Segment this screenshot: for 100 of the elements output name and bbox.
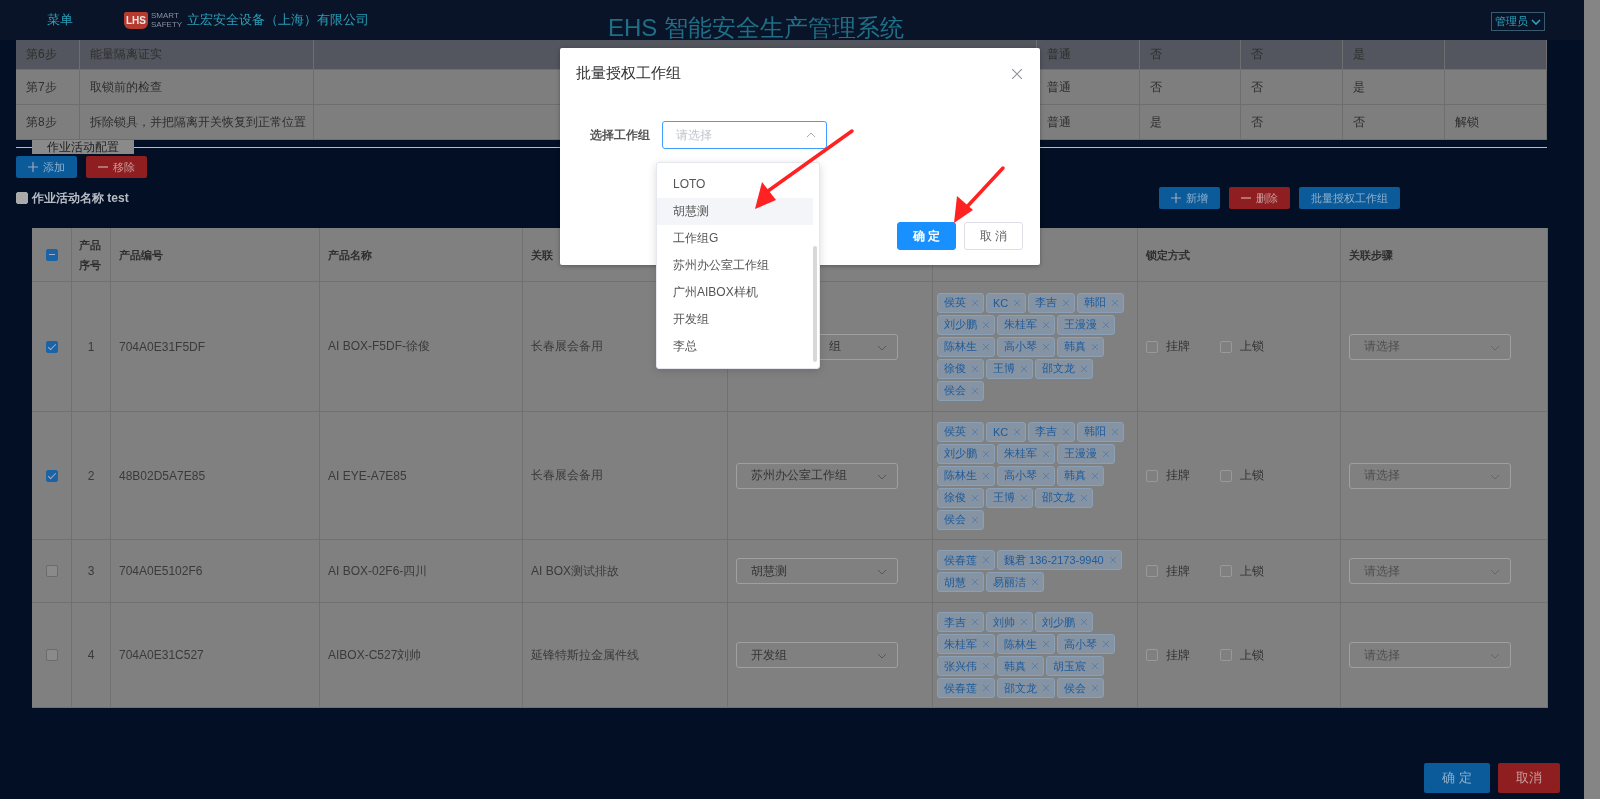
close-icon[interactable] bbox=[1103, 450, 1109, 457]
remove-button[interactable]: 移除 bbox=[86, 156, 147, 178]
scroll-thumb[interactable] bbox=[813, 246, 817, 362]
table-cell: AIBOX-C527刘帅 bbox=[328, 646, 422, 664]
row-checkbox[interactable] bbox=[45, 469, 58, 482]
group-select[interactable]: 胡慧测 bbox=[736, 558, 898, 584]
person-tag: 刘帅 bbox=[986, 612, 1033, 632]
row-checkbox[interactable] bbox=[45, 340, 58, 353]
table-cell: 否 bbox=[1241, 70, 1343, 104]
close-icon[interactable] bbox=[1043, 450, 1049, 457]
close-icon[interactable] bbox=[1092, 343, 1098, 350]
delete-button[interactable]: 删除 bbox=[1229, 187, 1290, 209]
checkbox[interactable] bbox=[1146, 649, 1158, 661]
close-icon[interactable] bbox=[1043, 641, 1049, 647]
table-cell: 704A0E5102F6 bbox=[119, 564, 203, 578]
checkbox[interactable] bbox=[1220, 565, 1232, 577]
person-tag: 高小琴 bbox=[997, 336, 1055, 357]
person-tag: 魏君 136-2173-9940 bbox=[997, 550, 1122, 570]
close-icon[interactable] bbox=[1112, 428, 1119, 435]
close-icon[interactable] bbox=[983, 343, 989, 350]
close-icon[interactable] bbox=[1081, 494, 1087, 501]
person-tag: 王博 bbox=[986, 358, 1033, 379]
close-icon[interactable] bbox=[972, 387, 978, 394]
close-icon[interactable] bbox=[983, 663, 989, 669]
close-icon[interactable] bbox=[972, 516, 978, 523]
select-all-checkbox[interactable] bbox=[45, 248, 58, 261]
dropdown-option[interactable]: 李总 bbox=[657, 333, 813, 360]
checkbox[interactable] bbox=[1146, 565, 1158, 577]
close-icon[interactable] bbox=[983, 472, 989, 479]
dropdown-option[interactable]: LOTO bbox=[657, 171, 813, 198]
close-icon[interactable] bbox=[983, 685, 989, 691]
close-icon[interactable] bbox=[983, 641, 989, 647]
close-icon[interactable] bbox=[1021, 619, 1027, 625]
dropdown-option[interactable]: 开发组 bbox=[657, 306, 813, 333]
table-cell: 取锁前的检查 bbox=[80, 70, 314, 104]
close-icon[interactable] bbox=[1112, 299, 1119, 306]
checkbox[interactable] bbox=[16, 192, 28, 204]
chevron-down-icon bbox=[877, 473, 887, 480]
close-icon[interactable] bbox=[1063, 299, 1070, 306]
close-icon[interactable] bbox=[983, 450, 989, 457]
close-icon[interactable] bbox=[1092, 472, 1098, 479]
close-icon[interactable] bbox=[1081, 619, 1087, 625]
person-tag: 朱桂军 bbox=[997, 443, 1055, 464]
row-checkbox[interactable] bbox=[45, 649, 58, 661]
table-cell: 拆除锁具，并把隔离开关恢复到正常位置 bbox=[80, 105, 314, 139]
close-icon[interactable] bbox=[972, 299, 978, 306]
close-icon[interactable] bbox=[1021, 365, 1027, 372]
close-icon[interactable] bbox=[1021, 494, 1027, 501]
cancel-button[interactable]: 取消 bbox=[1498, 763, 1560, 793]
chevron-down-icon bbox=[1490, 653, 1500, 659]
row-checkbox[interactable] bbox=[45, 565, 58, 577]
close-icon[interactable] bbox=[1032, 663, 1038, 669]
group-select[interactable]: 苏州办公室工作组 bbox=[736, 462, 898, 489]
close-icon[interactable] bbox=[972, 619, 978, 625]
close-icon[interactable] bbox=[972, 494, 978, 501]
checkbox[interactable] bbox=[1220, 340, 1232, 353]
close-icon[interactable] bbox=[972, 428, 978, 435]
close-icon[interactable] bbox=[1103, 641, 1109, 647]
close-icon[interactable] bbox=[983, 321, 989, 328]
checkbox[interactable] bbox=[1220, 649, 1232, 661]
close-icon[interactable] bbox=[1043, 321, 1049, 328]
close-icon[interactable] bbox=[1092, 663, 1098, 669]
dropdown-option[interactable]: 胡慧测 bbox=[657, 198, 813, 225]
confirm-button[interactable]: 确 定 bbox=[1424, 763, 1490, 793]
close-icon[interactable] bbox=[972, 579, 978, 585]
person-tag: KC bbox=[986, 421, 1027, 442]
person-tag: 刘少鹏 bbox=[937, 314, 995, 335]
confirm-button[interactable]: 确 定 bbox=[897, 222, 956, 250]
checkbox[interactable] bbox=[1146, 340, 1158, 353]
field-label: 选择工作组 bbox=[590, 126, 650, 144]
close-icon[interactable] bbox=[1092, 685, 1098, 691]
close-icon[interactable] bbox=[972, 365, 978, 372]
checkbox[interactable] bbox=[1220, 469, 1232, 482]
close-icon[interactable] bbox=[1014, 428, 1021, 435]
close-icon[interactable] bbox=[1043, 472, 1049, 479]
menu-link[interactable]: 菜单 bbox=[47, 11, 124, 29]
chevron-down-icon bbox=[877, 653, 887, 659]
add-button[interactable]: 添加 bbox=[16, 156, 77, 178]
close-icon[interactable] bbox=[1081, 365, 1087, 372]
group-select[interactable]: 开发组 bbox=[736, 642, 898, 668]
cancel-button[interactable]: 取 消 bbox=[964, 222, 1023, 250]
checkbox[interactable] bbox=[1146, 469, 1158, 482]
authorize-button[interactable]: 批量授权工作组 bbox=[1299, 187, 1400, 209]
person-tag: 侯春莲 bbox=[937, 678, 995, 698]
add-button[interactable]: 新增 bbox=[1159, 187, 1220, 209]
user-menu[interactable]: 管理员 bbox=[1491, 12, 1545, 31]
close-icon[interactable] bbox=[1032, 579, 1038, 585]
close-icon[interactable] bbox=[1014, 299, 1021, 306]
close-icon[interactable] bbox=[1012, 68, 1022, 79]
dropdown-option[interactable]: 工作组G bbox=[657, 225, 813, 252]
checkbox-label: 上锁 bbox=[1240, 338, 1264, 355]
dropdown-option[interactable]: 苏州办公室工作组 bbox=[657, 252, 813, 279]
dropdown-option[interactable]: 广州AIBOX样机 bbox=[657, 279, 813, 306]
close-icon[interactable] bbox=[1043, 343, 1049, 350]
close-icon[interactable] bbox=[1043, 685, 1049, 691]
scrollbar[interactable] bbox=[1584, 0, 1600, 799]
close-icon[interactable] bbox=[1103, 321, 1109, 328]
close-icon[interactable] bbox=[1063, 428, 1070, 435]
close-icon[interactable] bbox=[1109, 557, 1116, 563]
close-icon[interactable] bbox=[983, 557, 989, 563]
